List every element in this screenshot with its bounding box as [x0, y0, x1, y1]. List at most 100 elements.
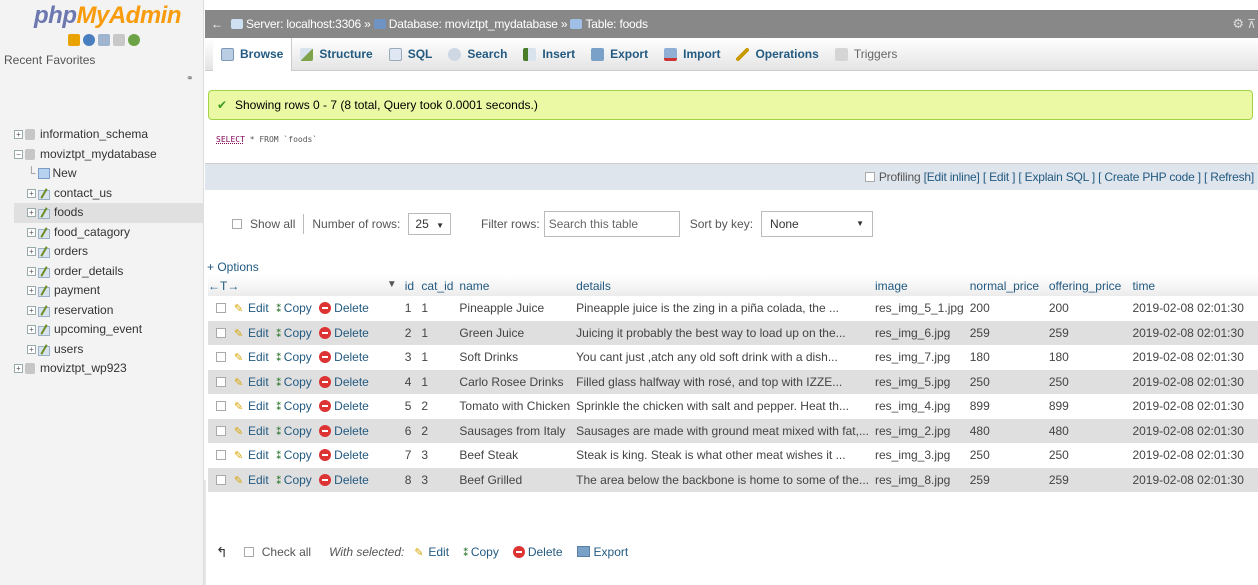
cell-time[interactable]: 2019-02-08 02:01:30 [1132, 320, 1258, 345]
cell-name[interactable]: Soft Drinks [459, 345, 577, 370]
expand-icon[interactable]: + [27, 247, 36, 257]
cell-normal-price[interactable]: 899 [969, 394, 1049, 419]
show-all-label[interactable]: Show all [250, 217, 295, 231]
bulk-copy-button[interactable]: ⁑ Copy [463, 545, 499, 559]
cell-time[interactable]: 2019-02-08 02:01:30 [1132, 418, 1258, 443]
tree-table-order-details[interactable]: + order_details [14, 262, 204, 282]
row-checkbox[interactable] [216, 474, 226, 485]
row-copy-button[interactable]: ⁑ Copy [276, 473, 312, 487]
gear-icon[interactable]: ⚙ [1232, 10, 1244, 38]
cell-image[interactable]: res_img_8.jpg [874, 467, 970, 492]
expand-icon[interactable]: + [27, 305, 36, 315]
expand-icon[interactable]: + [27, 344, 36, 354]
cell-offering-price[interactable]: 250 [1048, 443, 1133, 468]
collapse-top-icon[interactable]: ⊼ [1247, 10, 1256, 38]
bulk-delete-button[interactable]: Delete [512, 545, 563, 559]
cell-id[interactable]: 1 [404, 296, 422, 321]
cell-image[interactable]: res_img_6.jpg [874, 320, 970, 345]
cell-details[interactable]: Filled glass halfway with rosé, and top … [576, 369, 875, 394]
tree-db-label[interactable]: moviztpt_wp923 [40, 361, 127, 375]
row-checkbox[interactable] [216, 303, 226, 314]
options-toggle[interactable]: + Options [207, 260, 259, 274]
cell-time[interactable]: 2019-02-08 02:01:30 [1132, 467, 1258, 492]
tree-table-payment[interactable]: + payment [14, 281, 204, 301]
tree-table-label[interactable]: contact_us [54, 186, 112, 200]
column-header-time[interactable]: time [1132, 275, 1258, 296]
tree-db-label[interactable]: moviztpt_mydatabase [40, 147, 157, 161]
table-structure-icon[interactable] [38, 207, 50, 220]
cell-id[interactable]: 5 [404, 394, 422, 419]
tab-search[interactable]: Search [440, 38, 515, 71]
table-structure-icon[interactable] [38, 285, 50, 298]
cell-offering-price[interactable]: 200 [1048, 296, 1133, 321]
tree-table-label[interactable]: reservation [54, 303, 113, 317]
column-header-name[interactable]: name [459, 275, 577, 296]
cell-name[interactable]: Beef Grilled [459, 467, 577, 492]
cell-id[interactable]: 6 [404, 418, 422, 443]
row-delete-button[interactable]: Delete [319, 399, 369, 413]
edit-link[interactable]: [ Edit ] [983, 170, 1016, 184]
cell-offering-price[interactable]: 480 [1048, 418, 1133, 443]
cell-cat-id[interactable]: 1 [421, 369, 460, 394]
cell-cat-id[interactable]: 2 [421, 394, 460, 419]
table-row[interactable]: ✎ Edit ⁑ Copy Delete 5 2 Tomato with Chicken S… [208, 394, 1258, 419]
row-delete-button[interactable]: Delete [319, 301, 369, 315]
column-header-cat-id[interactable]: cat_id [421, 275, 460, 296]
tree-table-upcoming-event[interactable]: + upcoming_event [14, 320, 204, 340]
edit-inline-link[interactable]: [Edit inline] [924, 170, 980, 184]
row-delete-button[interactable]: Delete [319, 424, 369, 438]
create-php-code-link[interactable]: [ Create PHP code ] [1098, 170, 1201, 184]
table-row[interactable]: ✎ Edit ⁑ Copy Delete 2 1 Green Juice Juicing i… [208, 320, 1258, 345]
cell-name[interactable]: Green Juice [459, 320, 577, 345]
sql-keyword-select[interactable]: SELECT [216, 135, 245, 144]
cell-details[interactable]: The area below the backbone is home to s… [576, 467, 875, 492]
tab-insert[interactable]: Insert [515, 38, 583, 71]
row-copy-button[interactable]: ⁑ Copy [276, 399, 312, 413]
cell-normal-price[interactable]: 250 [969, 443, 1049, 468]
tab-browse[interactable]: Browse [213, 37, 293, 71]
docs-icon[interactable] [98, 34, 110, 46]
row-copy-button[interactable]: ⁑ Copy [276, 448, 312, 462]
cell-time[interactable]: 2019-02-08 02:01:30 [1132, 443, 1258, 468]
cell-details[interactable]: Sprinkle the chicken with salt and peppe… [576, 394, 875, 419]
row-copy-button[interactable]: ⁑ Copy [276, 301, 312, 315]
cell-cat-id[interactable]: 1 [421, 296, 460, 321]
row-edit-button[interactable]: ✎ Edit [232, 301, 269, 315]
column-header-offering-price[interactable]: offering_price [1048, 275, 1133, 296]
tree-table-foods[interactable]: + foods [14, 203, 204, 223]
column-header-image[interactable]: image [874, 275, 970, 296]
cell-name[interactable]: Carlo Rosee Drinks [459, 369, 577, 394]
cell-offering-price[interactable]: 250 [1048, 369, 1133, 394]
tree-db-label[interactable]: information_schema [40, 127, 148, 141]
table-structure-icon[interactable] [38, 266, 50, 278]
cell-cat-id[interactable]: 1 [421, 345, 460, 370]
table-structure-icon[interactable] [38, 305, 50, 317]
tree-db-moviztpt-mydatabase[interactable]: − moviztpt_mydatabase [14, 145, 204, 165]
cell-offering-price[interactable]: 259 [1048, 320, 1133, 345]
tree-table-label[interactable]: foods [54, 205, 83, 219]
tree-db-moviztpt-wp923[interactable]: + moviztpt_wp923 [14, 359, 204, 379]
cell-normal-price[interactable]: 259 [969, 467, 1049, 492]
tree-table-food-catagory[interactable]: + food_catagory [14, 223, 204, 243]
column-header-details[interactable]: details [576, 275, 875, 296]
row-edit-button[interactable]: ✎ Edit [232, 473, 269, 487]
cell-image[interactable]: res_img_3.jpg [874, 443, 970, 468]
row-copy-button[interactable]: ⁑ Copy [276, 375, 312, 389]
table-structure-icon[interactable] [38, 344, 50, 356]
number-of-rows-select[interactable]: 25 ▼ [408, 213, 452, 235]
row-edit-button[interactable]: ✎ Edit [232, 424, 269, 438]
table-row[interactable]: ✎ Edit ⁑ Copy Delete 3 1 Soft Drinks You cant … [208, 345, 1258, 370]
refresh-link[interactable]: [ Refresh] [1204, 170, 1254, 184]
table-structure-icon[interactable] [38, 227, 50, 239]
row-copy-button[interactable]: ⁑ Copy [276, 350, 312, 364]
cell-cat-id[interactable]: 3 [421, 467, 460, 492]
cell-cat-id[interactable]: 2 [421, 418, 460, 443]
cell-name[interactable]: Tomato with Chicken [459, 394, 577, 419]
cell-id[interactable]: 7 [404, 443, 422, 468]
row-edit-button[interactable]: ✎ Edit [232, 399, 269, 413]
cell-time[interactable]: 2019-02-08 02:01:30 [1132, 345, 1258, 370]
expand-icon[interactable]: + [27, 325, 36, 335]
cell-cat-id[interactable]: 1 [421, 320, 460, 345]
table-row[interactable]: ✎ Edit ⁑ Copy Delete 6 2 Sausages from Italy S… [208, 418, 1258, 443]
tree-table-label[interactable]: payment [54, 283, 100, 297]
